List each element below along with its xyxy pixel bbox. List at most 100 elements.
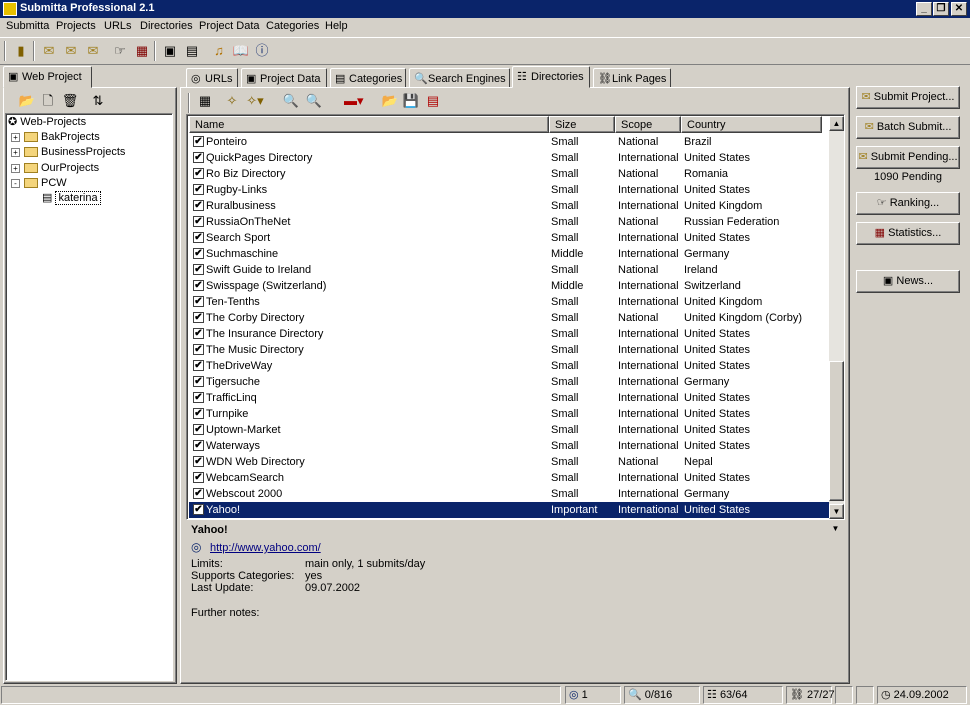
submit-project-button[interactable]: ✉ Submit Project... — [856, 86, 960, 109]
table-row[interactable]: ✔ Waterways Small International United State… — [189, 438, 829, 454]
row-checkbox[interactable]: ✔ — [193, 424, 204, 435]
table-row[interactable]: ✔ The Music Directory Small International Un… — [189, 342, 829, 358]
save-icon[interactable]: 💾 — [402, 92, 420, 110]
row-checkbox[interactable]: ✔ — [193, 328, 204, 339]
row-checkbox[interactable]: ✔ — [193, 504, 204, 515]
table-row[interactable]: ✔ Ponteiro Small National Brazil — [189, 134, 829, 150]
table-row[interactable]: ✔ Ruralbusiness Small International United K… — [189, 198, 829, 214]
find-dropdown-icon[interactable]: 🔍▾ — [305, 92, 323, 126]
alarm-bell-icon[interactable]: ♫ — [210, 42, 228, 60]
open-icon[interactable]: 📂 — [381, 92, 399, 110]
expand-icon[interactable]: + — [11, 132, 20, 142]
table-row[interactable]: ✔ Search Sport Small International United St… — [189, 230, 829, 246]
expand-icon[interactable]: + — [11, 147, 20, 157]
find-icon[interactable]: 🔍 — [282, 92, 300, 110]
row-checkbox[interactable]: ✔ — [193, 232, 204, 243]
wand-dropdown-icon[interactable]: ✧▾ — [246, 92, 264, 110]
row-checkbox[interactable]: ✔ — [193, 344, 204, 355]
batch-submit-button[interactable]: ✉ Batch Submit... — [856, 116, 960, 139]
report-search-icon[interactable]: ▤ — [183, 42, 201, 60]
tab-project-data[interactable]: ▣ Project Data — [241, 68, 327, 88]
book-icon[interactable]: 📖 — [232, 42, 250, 60]
menu-help[interactable]: Help — [325, 20, 348, 32]
table-row[interactable]: ✔ Rugby-Links Small International United Sta… — [189, 182, 829, 198]
tree-item-pcw[interactable]: - PCW — [11, 176, 67, 191]
row-checkbox[interactable]: ✔ — [193, 488, 204, 499]
collapse-details-icon[interactable]: ▼ — [829, 524, 842, 536]
row-checkbox[interactable]: ✔ — [193, 408, 204, 419]
column-header-size[interactable]: Size — [549, 116, 615, 133]
tab-link-pages[interactable]: ⛓Link Pages — [593, 68, 671, 88]
close-icon[interactable]: ✕ — [951, 2, 967, 16]
tree-item-businessprojects[interactable]: + BusinessProjects — [11, 145, 125, 160]
batch-envelope-icon[interactable]: ✉ — [62, 42, 80, 60]
country-flag-dropdown-icon[interactable]: ▬▾ — [344, 92, 364, 110]
table-row[interactable]: ✔ WDN Web Directory Small National Nepal — [189, 454, 829, 470]
row-checkbox[interactable]: ✔ — [193, 456, 204, 467]
tab-directories[interactable]: ☷ Directories — [512, 66, 590, 88]
table-row[interactable]: ✔ Swift Guide to Ireland Small National Irel… — [189, 262, 829, 278]
table-row[interactable]: ✔ TheDriveWay Small International United Sta… — [189, 358, 829, 374]
submit-envelope-icon[interactable]: ✉ — [40, 42, 58, 60]
table-row[interactable]: ✔ WebcamSearch Small International United St… — [189, 470, 829, 486]
statistics-chart-icon[interactable]: ▦ — [133, 42, 151, 60]
trash-icon[interactable]: 🗑 — [61, 92, 79, 110]
table-row[interactable]: ✔ The Insurance Directory Small Internation… — [189, 326, 829, 342]
row-checkbox[interactable]: ✔ — [193, 360, 204, 371]
menu-submitta[interactable]: Submitta — [6, 20, 49, 32]
column-header-scope[interactable]: Scope — [615, 116, 681, 133]
news-button[interactable]: ▣ News... — [856, 270, 960, 293]
tab-search-engines[interactable]: 🔍Search Engines — [409, 68, 510, 88]
tree-item-web-projects[interactable]: ✪ Web-Projects — [8, 115, 86, 130]
ranking-icon[interactable]: ☞ — [111, 42, 129, 60]
magic-wand-icon[interactable]: ✧ — [223, 92, 241, 110]
row-checkbox[interactable]: ✔ — [193, 216, 204, 227]
pending-envelope-icon[interactable]: ✉ — [84, 42, 102, 60]
scroll-thumb[interactable] — [829, 361, 844, 501]
tree-item-katerina[interactable]: ▤ katerina — [42, 191, 101, 206]
row-checkbox[interactable]: ✔ — [193, 392, 204, 403]
tree-item-bakprojects[interactable]: + BakProjects — [11, 130, 100, 145]
table-row[interactable]: ✔ Turnpike Small International United States — [189, 406, 829, 422]
table-row[interactable]: ✔ QuickPages Directory Small International U… — [189, 150, 829, 166]
tab-web-project[interactable]: ▣ Web Project — [3, 66, 92, 88]
row-checkbox[interactable]: ✔ — [193, 280, 204, 291]
column-header-name[interactable]: Name — [189, 116, 549, 133]
expand-icon[interactable]: + — [11, 163, 20, 173]
row-checkbox[interactable]: ✔ — [193, 440, 204, 451]
scroll-up-icon[interactable]: ▲ — [829, 116, 844, 131]
menu-categories[interactable]: Categories — [266, 20, 319, 32]
submit-pending-button[interactable]: ✉ Submit Pending... — [856, 146, 960, 169]
row-checkbox[interactable]: ✔ — [193, 296, 204, 307]
table-row[interactable]: ✔ Yahoo! Important International United Stat… — [189, 502, 829, 518]
table-row[interactable]: ✔ TrafficLinq Small International United Sta… — [189, 390, 829, 406]
row-checkbox[interactable]: ✔ — [193, 184, 204, 195]
row-checkbox[interactable]: ✔ — [193, 312, 204, 323]
row-checkbox[interactable]: ✔ — [193, 200, 204, 211]
statistics-button[interactable]: ▦ Statistics... — [856, 222, 960, 245]
row-checkbox[interactable]: ✔ — [193, 136, 204, 147]
menu-urls[interactable]: URLs — [104, 20, 132, 32]
column-header-country[interactable]: Country — [681, 116, 822, 133]
restore-icon[interactable]: ❐ — [933, 2, 949, 16]
info-icon[interactable]: ⓘ — [253, 42, 271, 60]
tab-categories[interactable]: ▤ Categories — [330, 68, 406, 88]
table-row[interactable]: ✔ Ten-Tenths Small International United King… — [189, 294, 829, 310]
exit-door-icon[interactable]: ▮ — [12, 42, 30, 60]
row-checkbox[interactable]: ✔ — [193, 264, 204, 275]
minimize-icon[interactable]: _ — [916, 2, 932, 16]
tab-urls[interactable]: ◎ URLs — [186, 68, 238, 88]
menu-projects[interactable]: Projects — [56, 20, 96, 32]
table-row[interactable]: ✔ Tigersuche Small International Germany — [189, 374, 829, 390]
menu-directories[interactable]: Directories — [140, 20, 193, 32]
menu-project-data[interactable]: Project Data — [199, 20, 260, 32]
properties-icon[interactable]: ▦ — [196, 92, 214, 110]
table-row[interactable]: ✔ Suchmaschine Middle International Germany — [189, 246, 829, 262]
report-icon[interactable]: ▣ — [161, 42, 179, 60]
move-icon[interactable]: ⇅ — [89, 92, 107, 110]
table-row[interactable]: ✔ Swisspage (Switzerland) Middle Internatio… — [189, 278, 829, 294]
row-checkbox[interactable]: ✔ — [193, 248, 204, 259]
scroll-down-icon[interactable]: ▼ — [829, 504, 844, 519]
collapse-icon[interactable]: - — [11, 178, 20, 188]
open-folder-icon[interactable]: 📂 — [18, 92, 36, 110]
